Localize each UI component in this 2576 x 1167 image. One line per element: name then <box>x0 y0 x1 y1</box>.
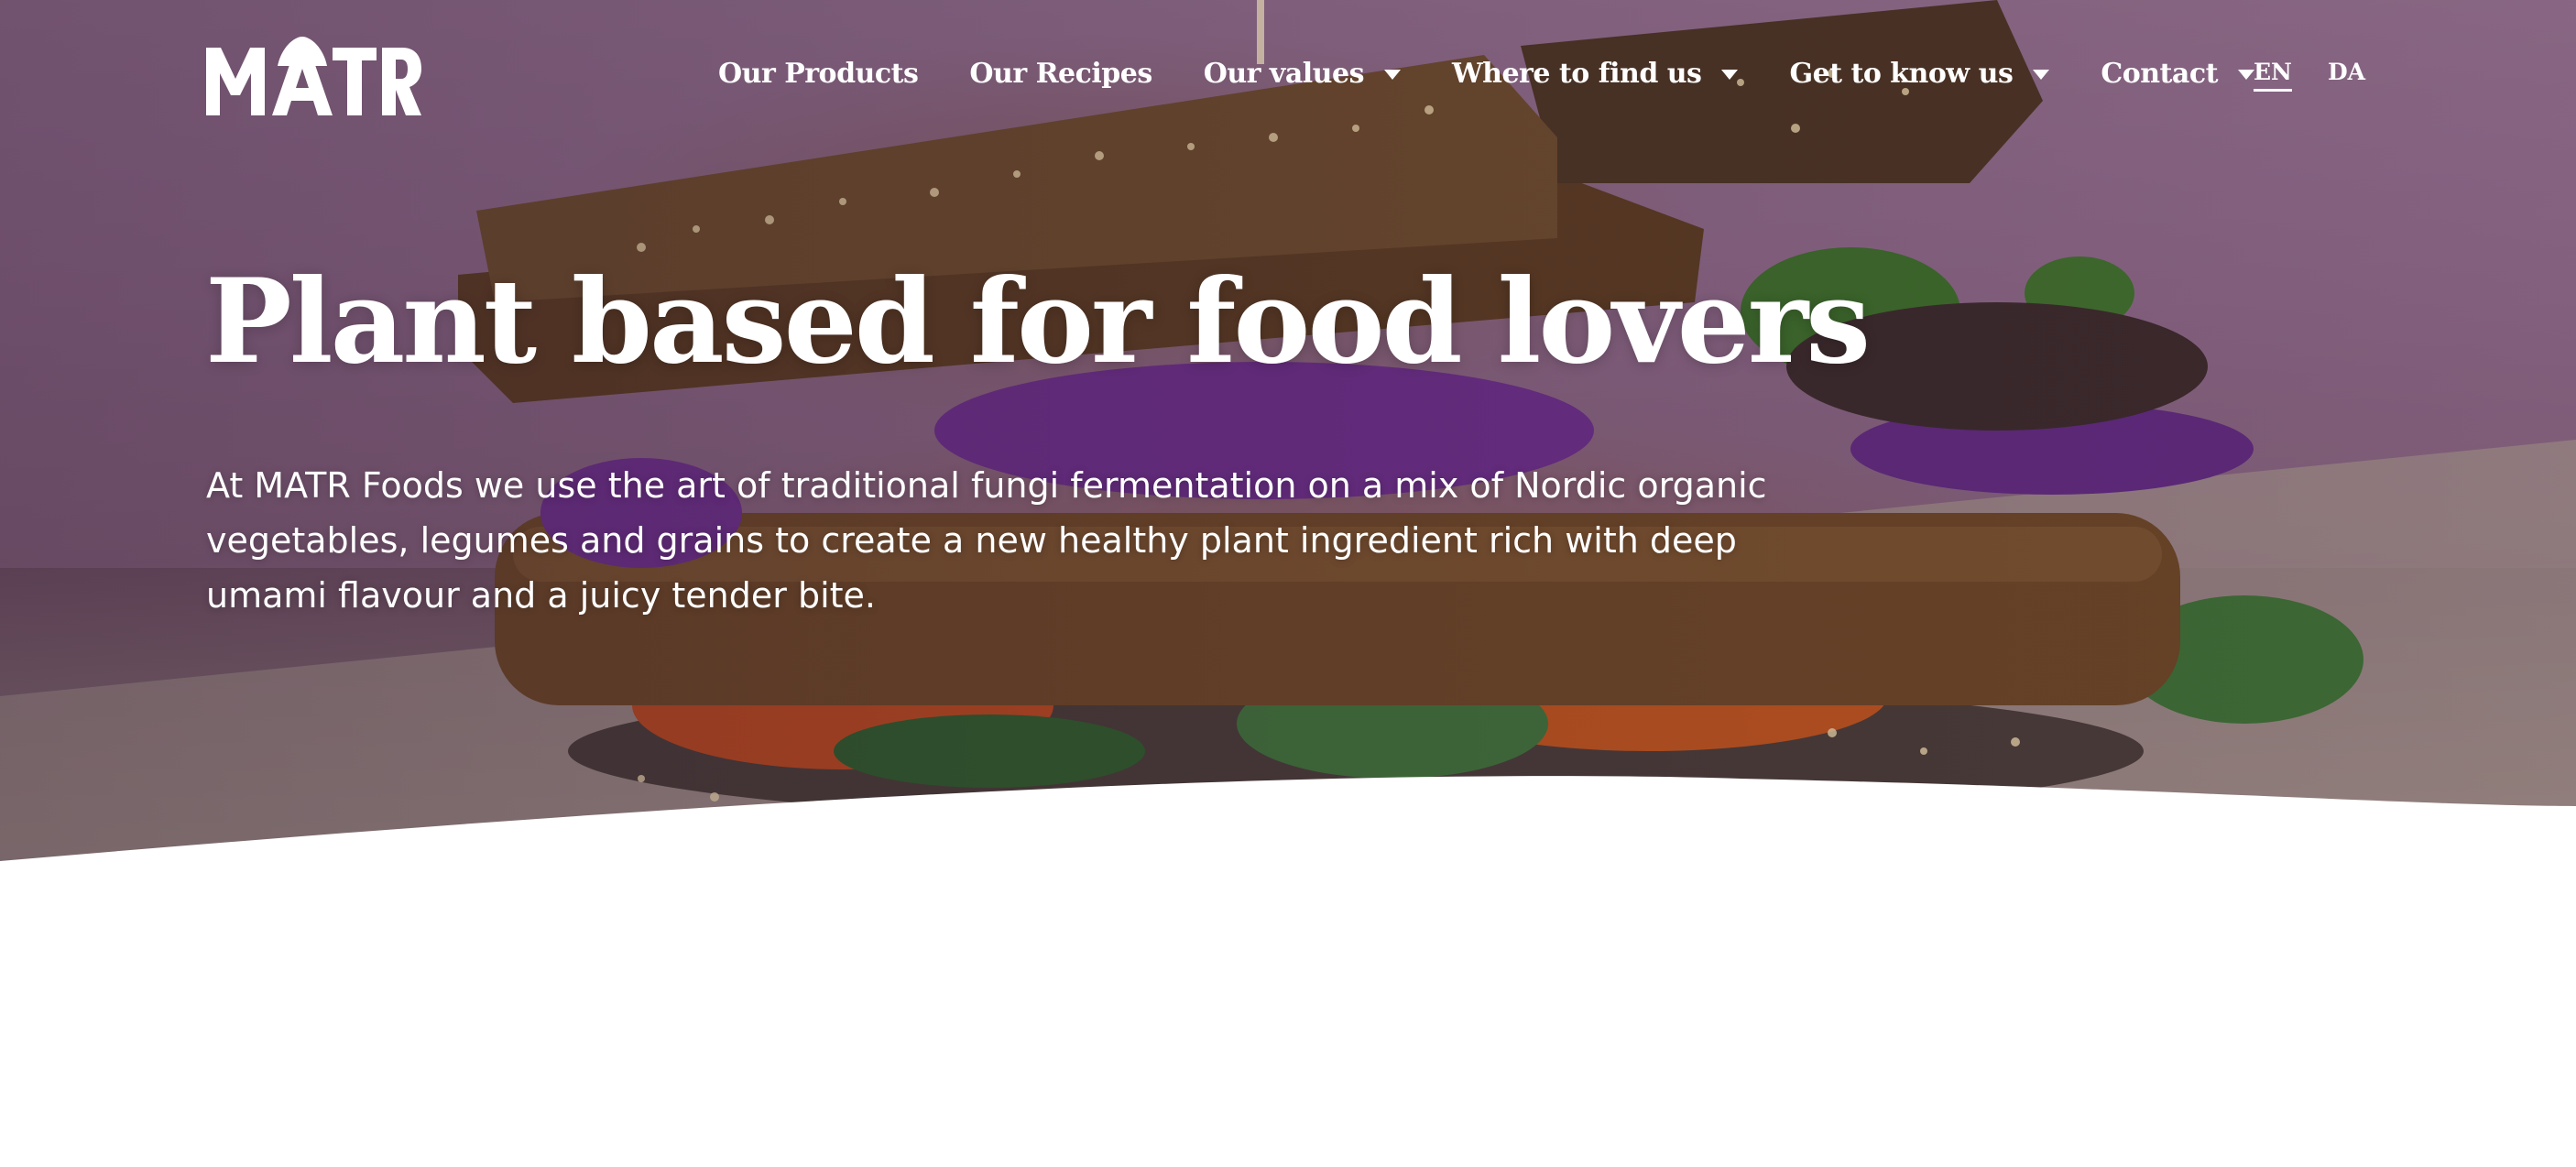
language-option-da[interactable]: DA <box>2328 59 2365 85</box>
nav-item-where-to-find-us[interactable]: Where to find us <box>1451 57 1739 90</box>
site-header: Our Products Our Recipes Our values Wher… <box>0 0 2576 156</box>
nav-item-our-products[interactable]: Our Products <box>718 57 919 90</box>
language-option-en[interactable]: EN <box>2254 59 2292 92</box>
caret-down-icon <box>1721 69 1739 80</box>
caret-down-icon <box>2237 69 2254 80</box>
hero-title: Plant based for food lovers <box>205 254 1871 389</box>
nav-item-contact[interactable]: Contact <box>2101 58 2254 90</box>
nav-item-label: Contact <box>2101 57 2218 90</box>
nav-item-our-values[interactable]: Our values <box>1204 58 1401 90</box>
matr-logo-mark <box>206 37 421 115</box>
page: Our Products Our Recipes Our values Wher… <box>0 0 2576 1167</box>
nav-item-label: Our values <box>1203 57 1365 90</box>
nav-item-label: Where to find us <box>1451 57 1702 90</box>
nav-item-label: Our Products <box>718 57 919 90</box>
caret-down-icon <box>2033 69 2050 80</box>
nav-item-our-recipes[interactable]: Our Recipes <box>969 58 1152 90</box>
nav-item-get-to-know-us[interactable]: Get to know us <box>1789 57 2050 90</box>
hero-subtitle: At MATR Foods we use the art of traditio… <box>206 465 1767 616</box>
nav-item-label: Our Recipes <box>969 57 1152 90</box>
nav-item-label: Get to know us <box>1789 57 2014 90</box>
caret-down-icon <box>1383 69 1401 80</box>
main-nav: Our Products Our Recipes Our values Wher… <box>718 55 2306 92</box>
matr-logo[interactable] <box>206 35 421 115</box>
